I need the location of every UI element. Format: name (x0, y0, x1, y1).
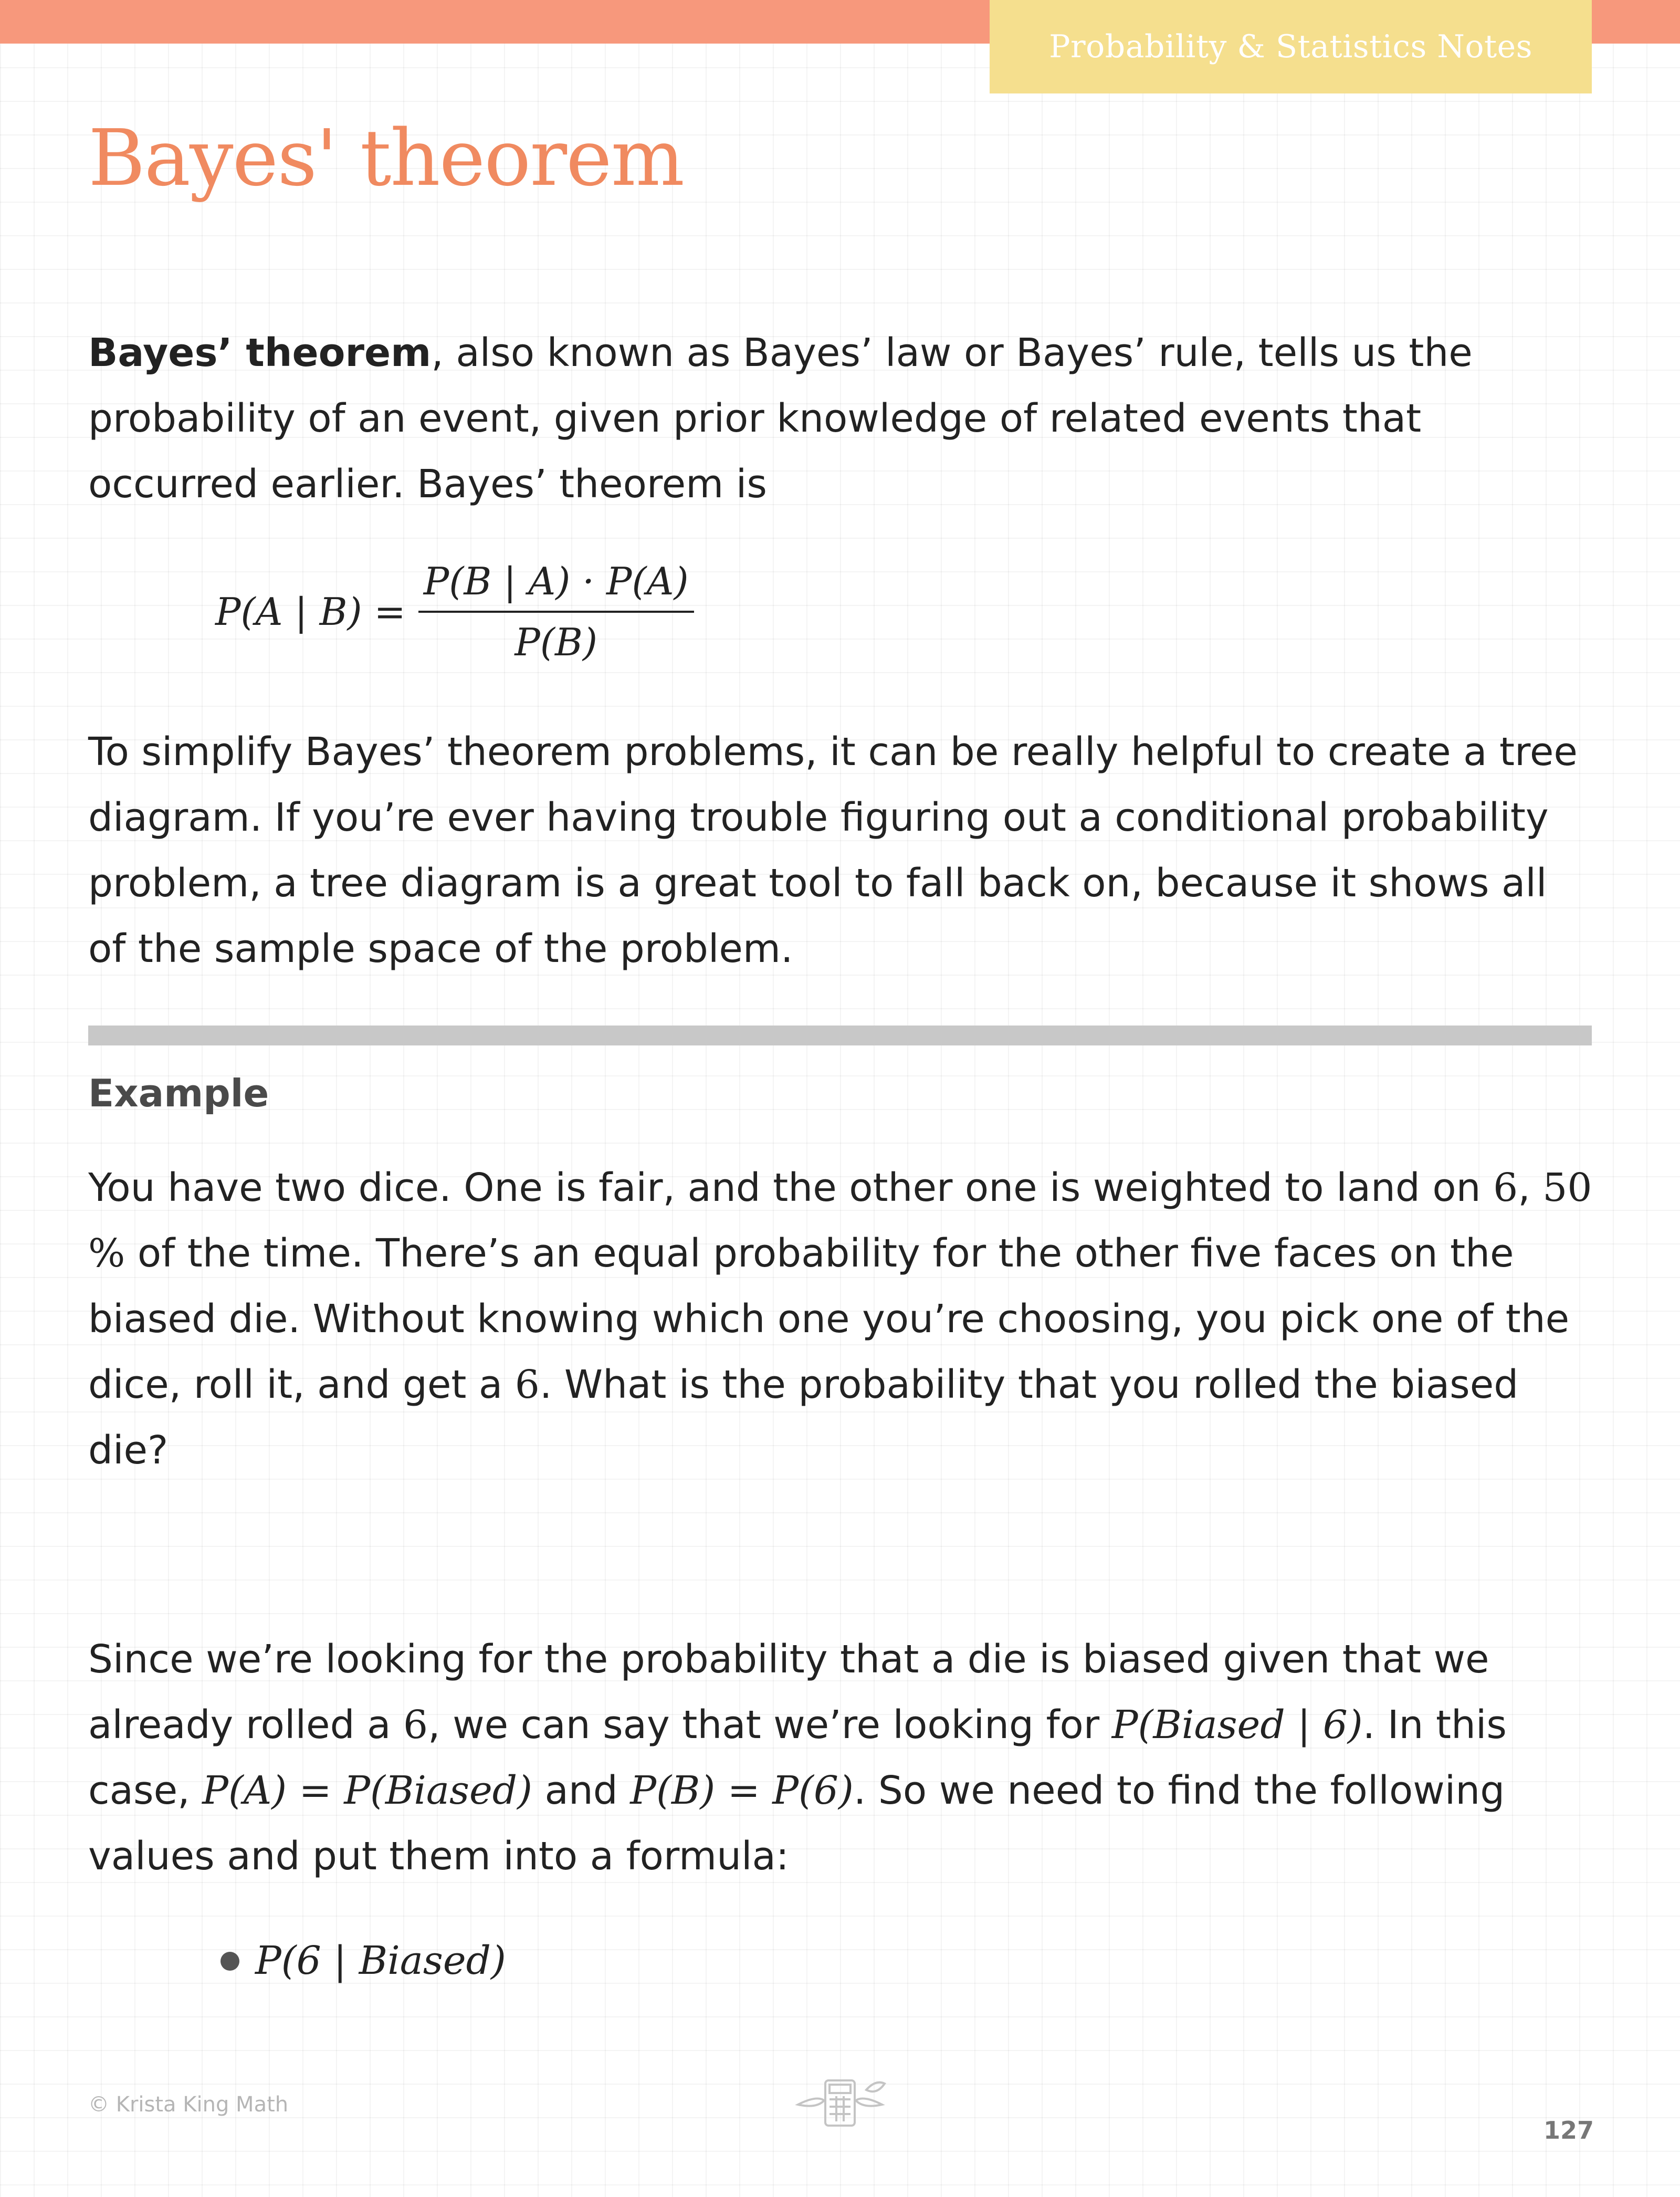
intro-bold-term: Bayes’ theorem (88, 330, 432, 375)
bullet-dot-icon (220, 1951, 239, 1971)
page-number: 127 (1544, 2116, 1594, 2144)
example-six: 6 (1493, 1165, 1518, 1210)
header-tab: Probability & Statistics Notes (990, 0, 1592, 93)
example-six-2: 6 (514, 1362, 540, 1407)
calculator-icon (795, 2079, 886, 2127)
bayes-formula: P(A | B) = P(B | A) · P(A) P(B) (215, 554, 694, 669)
solution-pa-eq: P(A) = P(Biased) (202, 1768, 533, 1813)
formula-numerator: P(B | A) · P(A) (418, 559, 694, 613)
intro-paragraph: Bayes’ theorem, also known as Bayes’ law… (88, 320, 1595, 517)
copyright: © Krista King Math (88, 2093, 289, 2117)
tree-diagram-paragraph: To simplify Bayes’ theorem problems, it … (88, 729, 1578, 971)
example-comma: , (1518, 1165, 1530, 1210)
example-paragraph: You have two dice. One is fair, and the … (88, 1155, 1595, 1483)
solution-p-biased-given-6: P(Biased | 6) (1111, 1702, 1363, 1748)
solution-text-2: , we can say that we’re looking for (428, 1702, 1112, 1748)
section-divider (88, 1026, 1592, 1045)
example-label: Example (88, 1071, 269, 1115)
formula-denominator: P(B) (514, 620, 597, 664)
solution-six: 6 (403, 1702, 428, 1748)
solution-and: and (532, 1768, 631, 1813)
formula-fraction: P(B | A) · P(A) P(B) (418, 559, 694, 664)
formula-lhs: P(A | B) = (215, 590, 406, 634)
example-text-1: You have two dice. One is fair, and the … (88, 1165, 1494, 1210)
solution-pb-eq: P(B) = P(6) (630, 1768, 854, 1813)
page-title: Bayes' theorem (88, 113, 685, 203)
bullet-list-item: P(6 | Biased) (220, 1928, 506, 1994)
solution-paragraph: Since we’re looking for the probability … (88, 1627, 1595, 1889)
bullet-text: P(6 | Biased) (255, 1938, 506, 1983)
